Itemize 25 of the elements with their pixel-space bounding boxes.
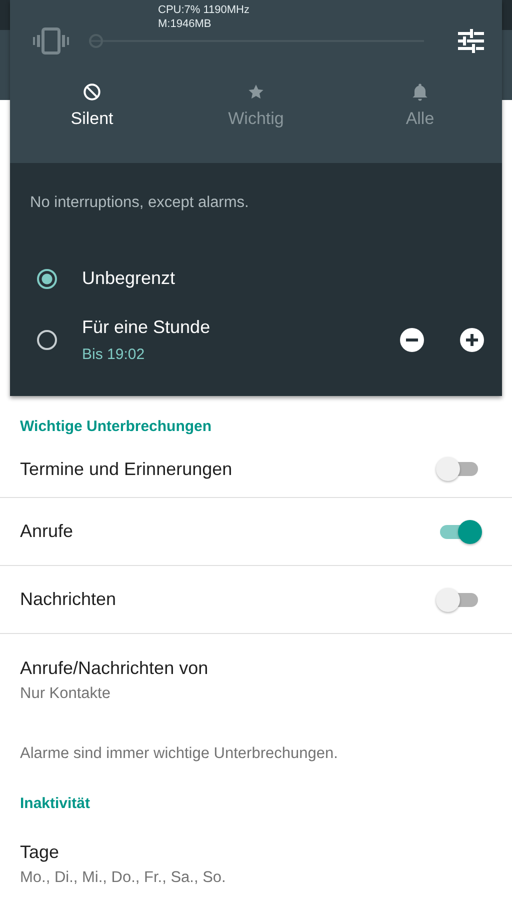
- radio-button[interactable]: [37, 330, 57, 350]
- settings-icon[interactable]: [458, 29, 484, 53]
- setting-label: Nachrichten: [20, 589, 116, 610]
- section-header: Inaktivität: [19, 794, 92, 814]
- setting-label: Termine und Erinnerungen: [20, 458, 232, 480]
- section-header: Wichtige Unterbrechungen: [19, 417, 213, 437]
- plus-icon[interactable]: [460, 328, 484, 352]
- vibrate-icon[interactable]: [33, 27, 69, 55]
- setting-value: Mo., Di., Mi., Do., Fr., Sa., So.: [20, 869, 227, 887]
- setting-label: Anrufe: [20, 521, 74, 542]
- volume-slider[interactable]: [89, 34, 424, 48]
- duration-label: Unbegrenzt: [82, 268, 176, 289]
- duration-label: Für eine Stunde: [82, 316, 212, 338]
- setting-label[interactable]: Anrufe/Nachrichten von: [20, 658, 492, 679]
- cpu-usage-text: CPU:7% 1190MHz: [158, 3, 250, 17]
- end-time-text: Bis 19:02: [82, 346, 146, 362]
- mode-tab[interactable]: Silent: [10, 75, 174, 135]
- info-text: Alarme sind immer wichtige Unterbrechungen.: [20, 745, 339, 763]
- setting-value: Nur Kontakte: [20, 685, 112, 703]
- memory-usage-text: M:1946MB: [158, 17, 212, 31]
- block-icon: [81, 81, 103, 103]
- minus-icon[interactable]: [400, 328, 424, 352]
- radio-button[interactable]: [37, 268, 57, 288]
- setting-label[interactable]: Tage: [20, 842, 492, 863]
- mode-description: No interruptions, except alarms.: [30, 194, 250, 212]
